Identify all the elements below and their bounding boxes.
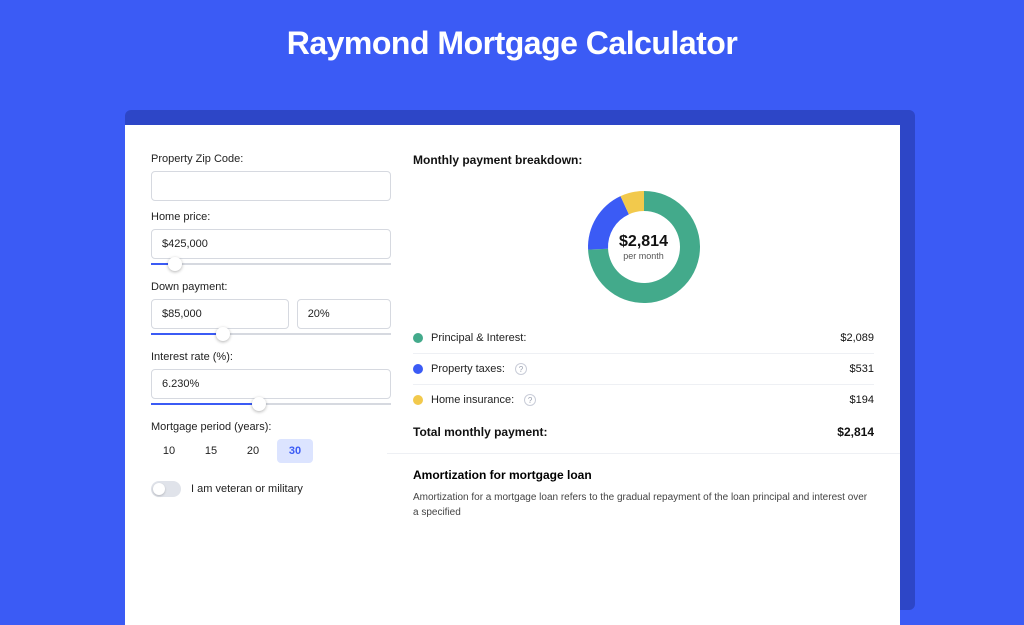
period-btn-10[interactable]: 10 — [151, 439, 187, 463]
legend-dot — [413, 395, 423, 405]
legend-label: Property taxes: — [431, 363, 505, 375]
home-price-input[interactable] — [151, 229, 391, 259]
total-label: Total monthly payment: — [413, 425, 547, 439]
page-title: Raymond Mortgage Calculator — [0, 0, 1024, 80]
donut-amount: $2,814 — [619, 233, 668, 251]
down-payment-slider[interactable] — [151, 327, 391, 341]
home-price-label: Home price: — [151, 211, 391, 223]
interest-slider[interactable] — [151, 397, 391, 411]
legend-value: $2,089 — [840, 332, 874, 344]
slider-fill — [151, 403, 259, 405]
slider-track — [151, 263, 391, 265]
donut-chart: $2,814 per month — [413, 181, 874, 323]
down-payment-label: Down payment: — [151, 281, 391, 293]
zip-input[interactable] — [151, 171, 391, 201]
period-btn-20[interactable]: 20 — [235, 439, 271, 463]
total-value: $2,814 — [837, 425, 874, 439]
down-payment-input[interactable] — [151, 299, 289, 329]
legend-label: Home insurance: — [431, 394, 514, 406]
results-column: Monthly payment breakdown: $2,814 per mo… — [413, 153, 874, 625]
period-label: Mortgage period (years): — [151, 421, 391, 433]
amort-text: Amortization for a mortgage loan refers … — [413, 490, 874, 520]
home-price-field: Home price: — [151, 211, 391, 271]
legend-value: $531 — [850, 363, 874, 375]
calculator-card: Property Zip Code: Home price: Down paym… — [125, 125, 900, 625]
legend-row: Property taxes:? $531 — [413, 354, 874, 385]
period-buttons: 10152030 — [151, 439, 391, 463]
total-row: Total monthly payment: $2,814 — [413, 415, 874, 453]
veteran-row: I am veteran or military — [151, 481, 391, 497]
divider — [387, 453, 900, 454]
legend-row: Principal & Interest: $2,089 — [413, 323, 874, 354]
interest-field: Interest rate (%): — [151, 351, 391, 411]
period-btn-15[interactable]: 15 — [193, 439, 229, 463]
donut-sub: per month — [623, 251, 664, 261]
zip-field: Property Zip Code: — [151, 153, 391, 201]
slider-thumb[interactable] — [216, 327, 230, 341]
home-price-slider[interactable] — [151, 257, 391, 271]
help-icon[interactable]: ? — [515, 363, 527, 375]
legend: Principal & Interest: $2,089 Property taxe… — [413, 323, 874, 415]
legend-dot — [413, 364, 423, 374]
legend-label: Principal & Interest: — [431, 332, 526, 344]
slider-thumb[interactable] — [252, 397, 266, 411]
slider-thumb[interactable] — [168, 257, 182, 271]
help-icon[interactable]: ? — [524, 394, 536, 406]
legend-dot — [413, 333, 423, 343]
legend-value: $194 — [850, 394, 874, 406]
veteran-toggle[interactable] — [151, 481, 181, 497]
veteran-label: I am veteran or military — [191, 483, 303, 495]
donut-center: $2,814 per month — [584, 187, 704, 307]
down-payment-pct-input[interactable] — [297, 299, 391, 329]
slider-fill — [151, 333, 223, 335]
interest-input[interactable] — [151, 369, 391, 399]
amort-title: Amortization for mortgage loan — [413, 468, 874, 482]
period-field: Mortgage period (years): 10152030 — [151, 421, 391, 463]
legend-row: Home insurance:? $194 — [413, 385, 874, 415]
zip-label: Property Zip Code: — [151, 153, 391, 165]
interest-label: Interest rate (%): — [151, 351, 391, 363]
breakdown-title: Monthly payment breakdown: — [413, 153, 874, 167]
down-payment-field: Down payment: — [151, 281, 391, 341]
period-btn-30[interactable]: 30 — [277, 439, 313, 463]
form-column: Property Zip Code: Home price: Down paym… — [151, 153, 391, 625]
toggle-knob — [153, 483, 165, 495]
